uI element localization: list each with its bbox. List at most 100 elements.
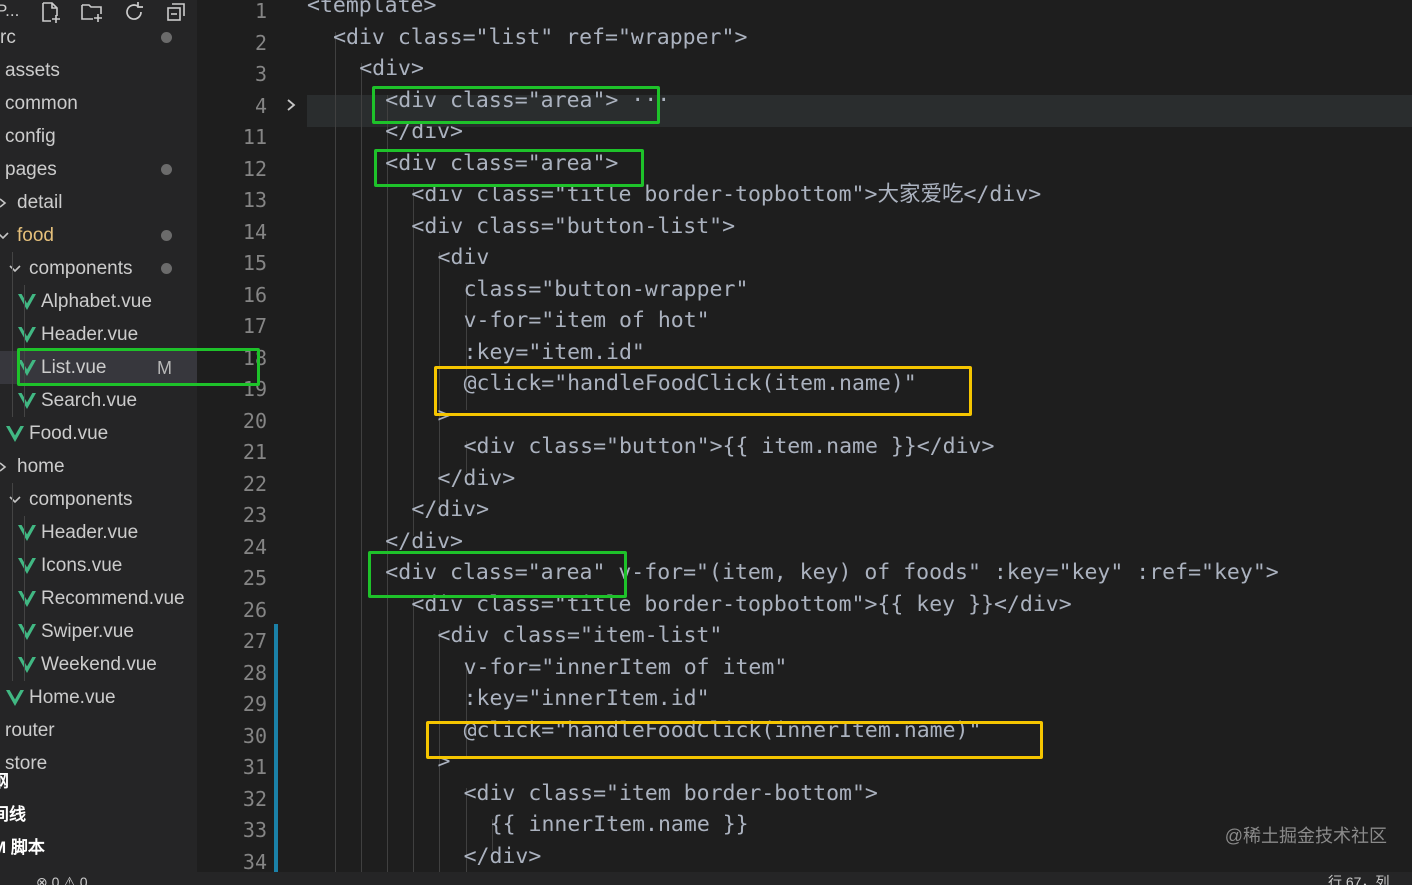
tree-item[interactable]: components bbox=[0, 483, 197, 516]
indent-guide bbox=[335, 315, 336, 347]
code-token: :key bbox=[463, 339, 516, 365]
tree-item[interactable]: components bbox=[0, 252, 197, 285]
vue-file-icon bbox=[18, 294, 36, 310]
code-line[interactable]: <div class="item border-bottom"> bbox=[307, 781, 1412, 820]
chevron-down-icon[interactable] bbox=[0, 225, 10, 247]
chevron-down-icon[interactable] bbox=[8, 489, 22, 511]
tree-item[interactable]: Weekend.vue bbox=[0, 648, 197, 681]
watermark-text: @稀土掘金技术社区 bbox=[1224, 826, 1387, 846]
line-number: 16 bbox=[242, 282, 267, 307]
tree-item[interactable]: store bbox=[0, 747, 197, 780]
code-token: . bbox=[645, 812, 658, 837]
chevron-right-icon[interactable] bbox=[0, 456, 10, 478]
problems-count[interactable]: ⊗ 0 ⚠ 0 bbox=[36, 875, 88, 885]
line-number: 32 bbox=[242, 786, 267, 811]
tree-item-label: Swiper.vue bbox=[41, 621, 134, 642]
line-number: 28 bbox=[242, 660, 267, 685]
tree-item[interactable]: food bbox=[0, 219, 197, 252]
code-token: of bbox=[618, 308, 645, 333]
indent-guide bbox=[361, 283, 363, 316]
code-token: class bbox=[528, 434, 594, 459]
indent-guide bbox=[335, 189, 336, 221]
chevron-down-icon[interactable] bbox=[8, 258, 22, 280]
code-line-text: <div class="title border-topbottom">大家爱吃… bbox=[411, 183, 1041, 207]
code-token: </ bbox=[916, 434, 943, 459]
code-token: {{ bbox=[877, 591, 917, 617]
code-token: div bbox=[463, 465, 503, 491]
code-token: = bbox=[593, 780, 607, 806]
code-token: 大家爱吃 bbox=[877, 182, 964, 207]
code-token: div bbox=[398, 87, 438, 113]
tree-item[interactable]: Recommend.vue bbox=[0, 582, 197, 615]
code-line-text: @click="handleFoodClick(item.name)" bbox=[464, 372, 917, 396]
fold-chevron-right-icon[interactable] bbox=[284, 95, 298, 115]
tree-item[interactable]: Icons.vue bbox=[0, 549, 197, 582]
tree-item-label: store bbox=[5, 753, 48, 774]
indent-guide bbox=[361, 315, 363, 347]
chevron-right-icon[interactable] bbox=[0, 192, 10, 214]
code-token: = bbox=[1045, 560, 1059, 585]
line-number: 12 bbox=[242, 156, 267, 181]
tree-item[interactable]: Home.vue bbox=[0, 681, 197, 714]
code-line[interactable]: </div> bbox=[307, 844, 1412, 872]
tree-item[interactable]: List.vue M bbox=[0, 351, 197, 384]
code-lines[interactable]: <template> <div class="list" ref="wrapper… bbox=[307, 0, 1412, 872]
cursor-position[interactable]: 行 67，列 bbox=[1328, 875, 1389, 885]
indent-guide bbox=[335, 819, 336, 851]
code-line[interactable]: <div class="list" ref="wrapper"> bbox=[307, 25, 1412, 64]
code-token: " bbox=[696, 686, 710, 711]
indent-guide bbox=[361, 126, 363, 158]
tree-item[interactable]: Search.vue bbox=[0, 384, 197, 417]
line-number: 26 bbox=[242, 597, 267, 622]
indent-guide bbox=[439, 693, 441, 725]
code-token: class bbox=[502, 623, 567, 648]
code-token: innerItem bbox=[541, 686, 658, 711]
code-token: > bbox=[410, 56, 424, 81]
tree-item[interactable]: router bbox=[0, 714, 197, 747]
tree-item[interactable]: assets bbox=[0, 54, 197, 87]
sidebar-panel-header[interactable]: 纲 bbox=[0, 772, 9, 792]
tree-item[interactable]: Header.vue bbox=[0, 318, 197, 351]
indent-guide bbox=[335, 220, 336, 253]
tree-item[interactable]: home bbox=[0, 450, 197, 483]
code-line[interactable]: </div> bbox=[307, 498, 1412, 536]
code-line[interactable]: <div class="area"> ··· bbox=[307, 88, 1412, 127]
code-token: " bbox=[967, 560, 981, 585]
line-number: 27 bbox=[242, 629, 267, 653]
tree-item[interactable]: Swiper.vue bbox=[0, 615, 197, 648]
sidebar-panel-header[interactable]: M 脚本 bbox=[0, 838, 45, 858]
code-line[interactable]: @click="handleFoodClick(item.name)" bbox=[307, 372, 1412, 410]
code-token: . bbox=[890, 717, 904, 743]
tree-item[interactable]: detail bbox=[0, 186, 197, 219]
code-token: < bbox=[359, 56, 373, 81]
indent-guide bbox=[361, 346, 363, 379]
explorer-sidebar: P... rc assets common config pages detail food… bbox=[0, 0, 197, 885]
indent-guide bbox=[335, 63, 336, 95]
tree-item[interactable]: Header.vue bbox=[0, 516, 197, 549]
code-line[interactable]: @click="handleFoodClick(innerItem.name)" bbox=[307, 718, 1412, 757]
code-token: = bbox=[540, 591, 554, 617]
code-token: }} bbox=[709, 812, 749, 837]
tree-item[interactable]: rc bbox=[0, 21, 197, 54]
code-token: class bbox=[450, 87, 515, 113]
code-token: ) bbox=[955, 717, 969, 743]
tree-item[interactable]: Food.vue bbox=[0, 417, 197, 450]
code-token: }} bbox=[955, 591, 994, 617]
tree-item[interactable]: Alphabet.vue bbox=[0, 285, 197, 318]
tree-item[interactable]: pages bbox=[0, 153, 197, 186]
indent-guide bbox=[361, 598, 363, 631]
code-token: < bbox=[437, 245, 451, 270]
tree-item[interactable]: config bbox=[0, 120, 197, 153]
tree-item[interactable]: common bbox=[0, 87, 197, 120]
sidebar-panel-header[interactable]: 间线 bbox=[0, 805, 26, 825]
indent-guide bbox=[361, 94, 363, 127]
code-token: "item border-bottom" bbox=[606, 780, 865, 806]
code-token: name bbox=[839, 371, 891, 396]
indent-guide bbox=[413, 724, 415, 757]
code-editor[interactable]: 1 2 3 4 11 12 13 14 15 16 17 18 19 20 21 22 23 24 25 26 27 28… bbox=[197, 0, 1412, 872]
code-line-text: v-for="innerItem of item" bbox=[464, 655, 788, 680]
